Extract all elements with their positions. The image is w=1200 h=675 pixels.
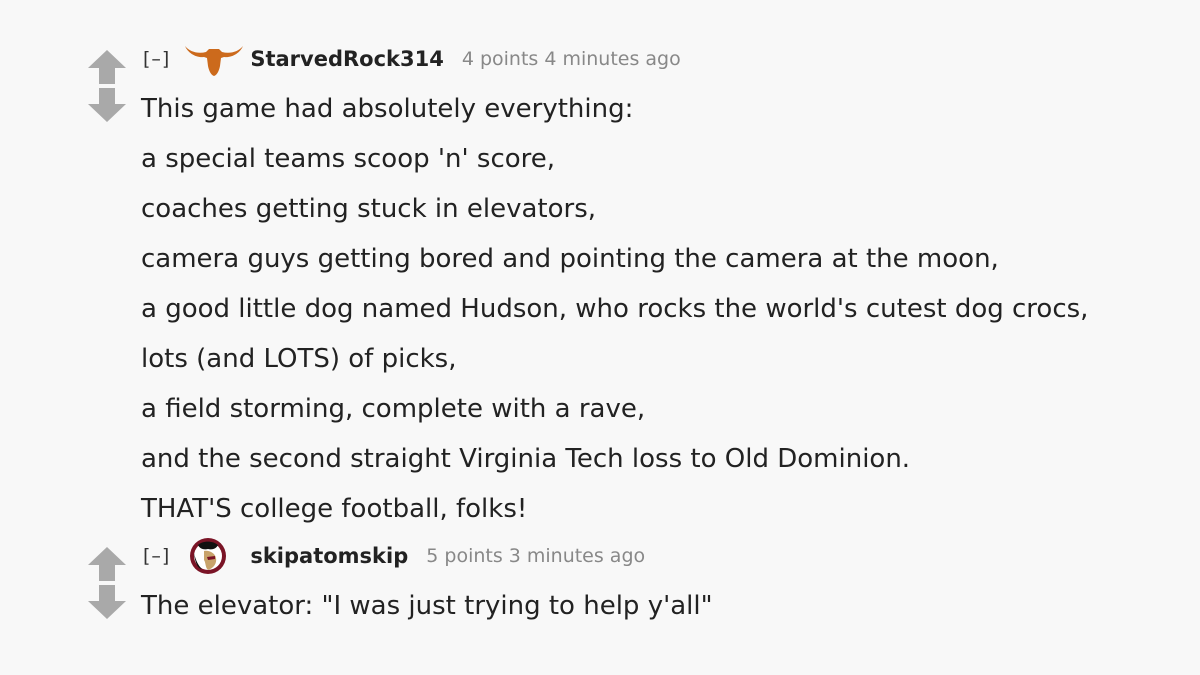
collapse-toggle[interactable]: [–] (143, 545, 170, 567)
comment-body-line: lots (and LOTS) of picks, (141, 344, 457, 374)
comment-body-line: a special teams scoop 'n' score, (141, 144, 556, 174)
longhorn-flair-icon (184, 40, 244, 78)
comment-body-line: coaches getting stuck in elevators, (141, 194, 597, 224)
comment-body-line: The elevator: "I was just trying to help… (141, 591, 713, 621)
comment-author[interactable]: StarvedRock314 (250, 47, 444, 71)
upvote-arrow-icon[interactable] (86, 48, 128, 86)
upvote-arrow-icon[interactable] (86, 545, 128, 583)
comment-body-line: a field storming, complete with a rave, (141, 394, 646, 424)
comment-timestamp: 3 minutes ago (508, 545, 646, 567)
vote-arrows (86, 545, 128, 621)
comment-body-line: and the second straight Virginia Tech lo… (141, 444, 911, 474)
collapse-toggle[interactable]: [–] (143, 48, 170, 70)
comment-score: 5 points (426, 545, 503, 567)
comment-timestamp: 4 minutes ago (544, 48, 681, 70)
comment-body-line: This game had absolutely everything: (141, 94, 634, 124)
comment-body: This game had absolutely everything: a s… (141, 84, 1088, 534)
comment-tagline: [–] StarvedRock314 4 points 4 minutes ag… (143, 40, 681, 78)
comment-tagline: [–] skipatomskip 5 points 3 minutes ago (143, 537, 645, 575)
downvote-arrow-icon[interactable] (86, 583, 128, 621)
comment-body-line: camera guys getting bored and pointing t… (141, 244, 999, 274)
downvote-arrow-icon[interactable] (86, 86, 128, 124)
comment-body-line: a good little dog named Hudson, who rock… (141, 294, 1089, 324)
seminole-head-flair-icon (184, 537, 244, 575)
comment-score: 4 points (461, 48, 539, 70)
comment-body-line: THAT'S college football, folks! (141, 494, 528, 524)
comment-author[interactable]: skipatomskip (250, 544, 408, 568)
comment-body: The elevator: "I was just trying to help… (141, 581, 713, 631)
vote-arrows (86, 48, 128, 124)
